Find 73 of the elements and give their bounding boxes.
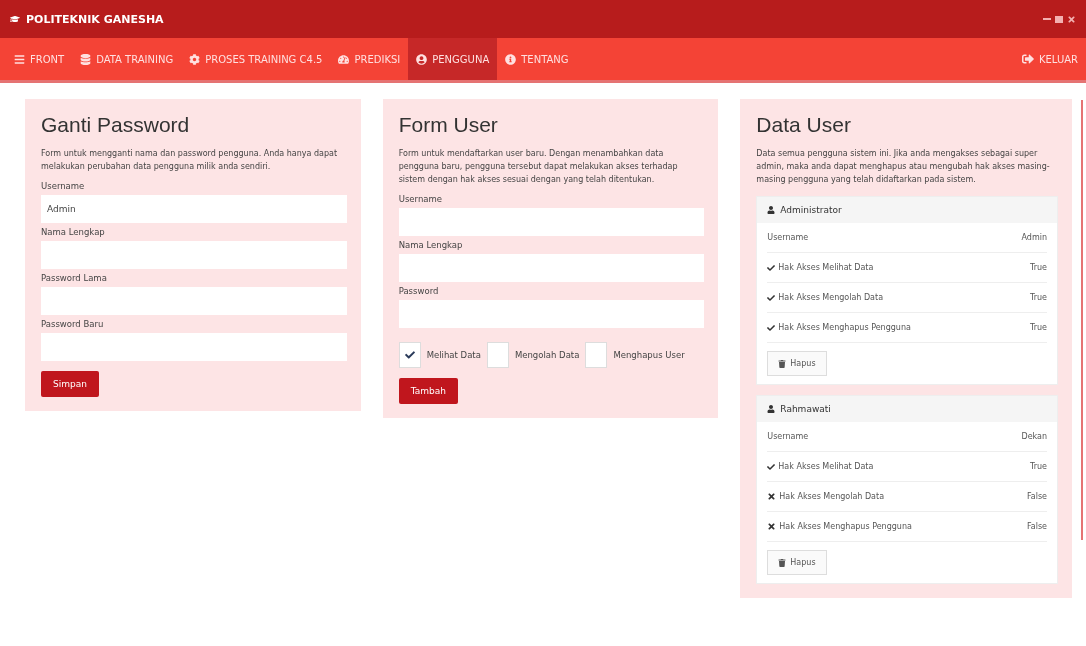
- nav-tab[interactable]: FRONT: [6, 38, 73, 80]
- table-cell: Hak Akses Mengolah Data: [779, 492, 885, 501]
- table-cell: Admin: [1021, 233, 1047, 242]
- field-label: Username: [398, 194, 443, 204]
- table-cell: False: [1026, 522, 1047, 531]
- table-cell: Hak Akses Menghapus Pengguna: [778, 323, 911, 332]
- panel-title: Data User: [756, 113, 852, 137]
- window-title: POLITEKNIK GANESHA: [26, 12, 164, 26]
- nav-tab[interactable]: DATA TRAINING: [72, 38, 182, 80]
- panel-description: Form untuk mengganti nama dan password pengguna. Anda hanya dapat melakukan perubahan data pengguna milik anda sendiri.: [41, 148, 339, 173]
- checkbox-label: Mengolah Data: [514, 350, 580, 360]
- nav-tab[interactable]: PREDIKSI: [330, 38, 409, 80]
- maximize-icon[interactable]: [1055, 15, 1063, 23]
- input-field[interactable]: [398, 254, 705, 282]
- user-icon: [767, 206, 776, 214]
- menu-icon: [14, 53, 25, 65]
- table-cell: Hak Akses Menghapus Pengguna: [779, 522, 912, 531]
- checkbox-label: Menghapus User: [613, 350, 685, 360]
- input-field[interactable]: Admin: [41, 195, 347, 223]
- input-field[interactable]: [41, 287, 347, 315]
- user-name: Administrator: [780, 205, 842, 215]
- checkbox[interactable]: [486, 342, 509, 368]
- field-label: Nama Lengkap: [41, 227, 106, 237]
- nav-tab[interactable]: PROSES TRAINING C4.5: [181, 38, 331, 80]
- table-cell: Hak Akses Melihat Data: [778, 263, 874, 272]
- table-cell: Hak Akses Melihat Data: [778, 462, 874, 471]
- field-label: Password: [398, 286, 440, 296]
- table-cell: True: [1030, 323, 1047, 332]
- panel-title: Ganti Password: [41, 113, 191, 137]
- nav-tab[interactable]: TENTANG: [497, 38, 577, 80]
- minimize-icon[interactable]: [1043, 18, 1051, 20]
- scrollbar[interactable]: [1081, 100, 1083, 540]
- input-field[interactable]: [398, 300, 705, 328]
- panel-title: Form User: [398, 113, 499, 137]
- trash-icon: [778, 359, 787, 368]
- input-field[interactable]: [41, 333, 347, 361]
- graduation-cap-icon: [10, 14, 20, 24]
- table-cell: True: [1030, 263, 1047, 272]
- delete-button[interactable]: Hapus: [767, 351, 827, 376]
- table-cell: Username: [767, 432, 809, 441]
- database-icon: [80, 53, 92, 65]
- input-field[interactable]: [41, 241, 347, 269]
- gauge-icon: [338, 53, 350, 65]
- check-icon: [404, 350, 415, 360]
- logout-link[interactable]: KELUAR: [1013, 38, 1086, 80]
- table-cell: Username: [767, 233, 809, 242]
- exit-icon: [1021, 53, 1034, 65]
- checkbox[interactable]: [585, 342, 608, 368]
- checkbox[interactable]: [398, 342, 421, 368]
- table-cell: True: [1030, 293, 1047, 302]
- add-button[interactable]: Tambah: [398, 378, 458, 404]
- panel-description: Form untuk mendaftarkan user baru. Dengan menambahkan data pengguna baru, pengguna tersebut dapat melakukan akses terhadap sistem dengan hak akses sesuai dengan yang telah ditentukan.: [398, 148, 679, 186]
- close-icon[interactable]: [1067, 14, 1076, 24]
- table-cell: False: [1026, 492, 1047, 501]
- user-icon: [767, 405, 776, 413]
- table-cell: Hak Akses Mengolah Data: [778, 293, 884, 302]
- nav-tab[interactable]: PENGGUNA: [408, 38, 498, 80]
- table-cell: True: [1030, 462, 1047, 471]
- field-label: Password Lama: [41, 273, 108, 283]
- info-icon: [505, 53, 517, 65]
- panel-description: Data semua pengguna sistem ini. Jika anda mengakses sebagai super admin, maka anda dapat menghapus atau mengubah hak akses masing-masing pengguna yang telah didaftarkan pada sistem.: [756, 148, 1051, 186]
- field-label: Password Baru: [41, 319, 105, 329]
- field-label: Nama Lengkap: [398, 240, 464, 250]
- input-field[interactable]: [398, 208, 705, 236]
- user-name: Rahmawati: [780, 404, 831, 414]
- delete-button[interactable]: Hapus: [767, 550, 827, 575]
- user-icon: [416, 53, 428, 65]
- checkbox-label: Melihat Data: [426, 350, 481, 360]
- table-cell: Dekan: [1021, 432, 1047, 441]
- field-label: Username: [41, 181, 86, 191]
- save-button[interactable]: Simpan: [41, 371, 99, 397]
- trash-icon: [778, 558, 787, 567]
- gear-icon: [189, 53, 201, 65]
